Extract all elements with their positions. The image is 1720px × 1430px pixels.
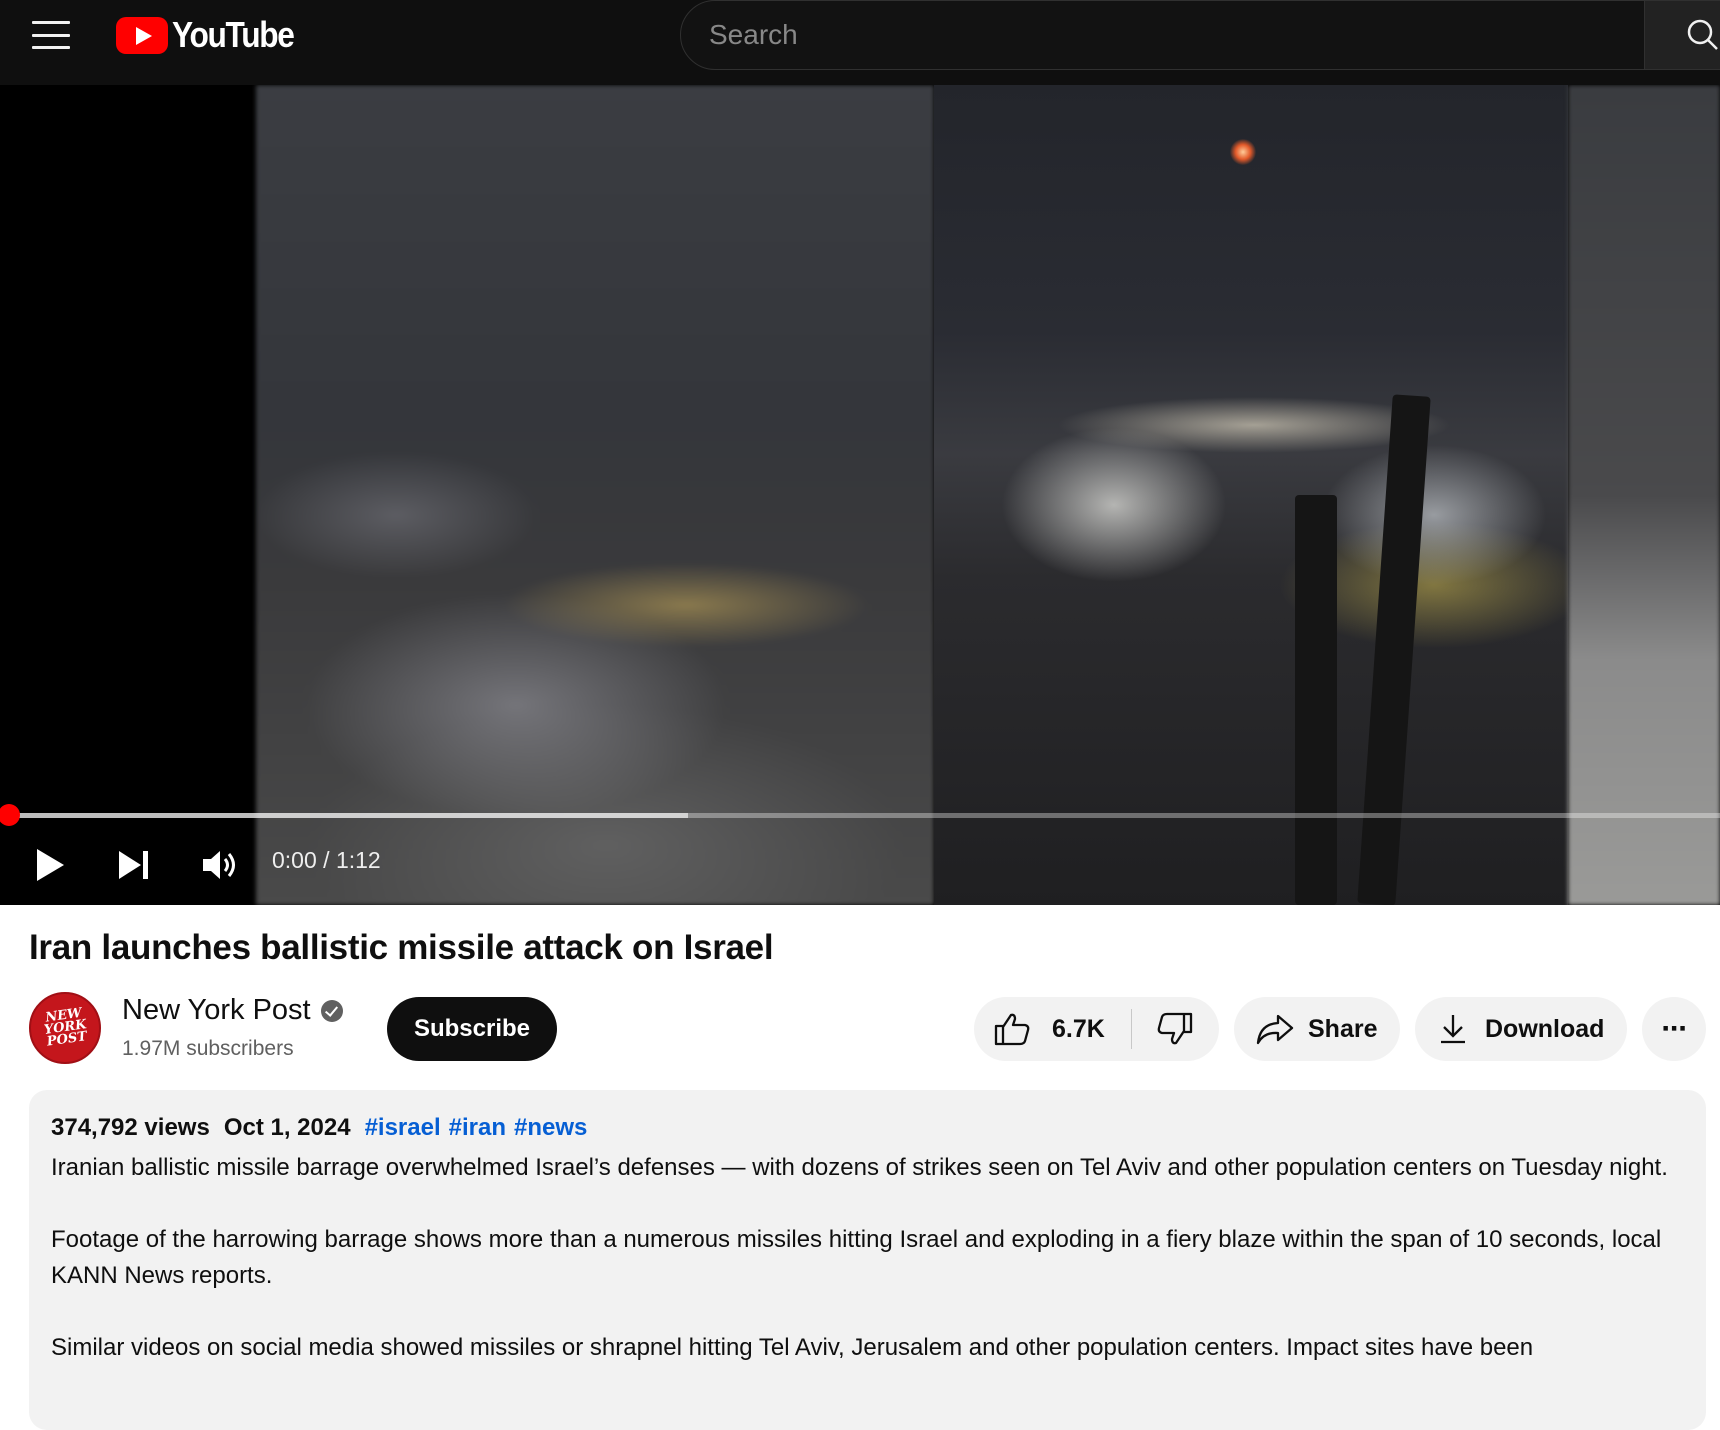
time-current: 0:00 [272,847,317,873]
download-icon [1441,1015,1465,1044]
volume-icon [203,851,235,879]
more-actions-button[interactable]: ⋯ [1642,997,1706,1061]
progress-bar[interactable] [0,813,1720,818]
share-icon [1256,1014,1294,1045]
next-icon [119,851,148,879]
time-total: 1:12 [335,847,381,873]
thumbs-down-icon [1158,1012,1193,1045]
avatar-logo-text: NEW YORK POST [42,1005,88,1050]
channel-name[interactable]: New York Post [122,994,311,1027]
share-button[interactable]: Share [1234,997,1400,1061]
volume-button[interactable] [192,830,248,900]
video-frame-main [934,85,1568,905]
like-button[interactable]: 6.7K [974,997,1105,1061]
search-button[interactable] [1644,0,1720,70]
subscriber-count: 1.97M subscribers [122,1037,294,1060]
progress-buffered [0,813,688,818]
logo-text: YouTube [172,14,295,55]
masthead: YouTube [0,0,1720,85]
video-player[interactable]: 0:00 / 1:12 [0,85,1720,905]
play-button[interactable] [22,830,78,900]
time-separator: / [323,847,330,873]
search-box [680,0,1645,70]
channel-avatar[interactable]: NEW YORK POST [29,992,101,1064]
youtube-play-logo-icon [116,16,168,54]
progress-scrubber[interactable] [0,804,20,826]
hashtag-link[interactable]: #news [514,1114,587,1142]
search-input[interactable] [709,1,1609,69]
menu-icon[interactable] [30,18,72,52]
view-count: 374,792 views [51,1114,210,1141]
video-frame-blur-right [1568,85,1720,905]
hashtag-list: #israel #iran #news [365,1114,588,1142]
search-icon [1687,19,1718,50]
youtube-logo[interactable]: YouTube [116,14,310,56]
description-paragraph: Footage of the harrowing barrage shows m… [51,1226,1662,1289]
description-meta: 374,792 views Oct 1, 2024 #israel #iran … [51,1114,1684,1142]
thumbs-up-icon [994,1013,1030,1046]
play-icon [37,849,64,881]
description-paragraph: Iranian ballistic missile barrage overwh… [51,1154,1668,1181]
video-title: Iran launches ballistic missile attack o… [29,928,774,967]
channel-name-row: New York Post [122,994,343,1027]
video-pole [1295,495,1337,905]
hashtag-link[interactable]: #iran [449,1114,506,1142]
dislike-button[interactable] [1132,997,1219,1061]
subscribe-button[interactable]: Subscribe [387,997,557,1061]
verified-badge-icon [320,999,343,1022]
more-icon: ⋯ [1661,1015,1687,1043]
like-count: 6.7K [1052,1014,1105,1043]
time-display: 0:00 / 1:12 [272,847,381,874]
upload-date: Oct 1, 2024 [223,1114,351,1141]
hashtag-link[interactable]: #israel [365,1114,441,1142]
download-button[interactable]: Download [1415,997,1627,1061]
description-paragraph: Similar videos on social media showed mi… [51,1334,1534,1361]
share-label: Share [1308,1014,1378,1043]
video-frame-blur-left [256,85,934,905]
description-box[interactable]: 374,792 views Oct 1, 2024 #israel #iran … [29,1090,1706,1430]
next-button[interactable] [106,830,162,900]
like-dislike-group: 6.7K [974,997,1219,1061]
download-label: Download [1485,1014,1605,1043]
